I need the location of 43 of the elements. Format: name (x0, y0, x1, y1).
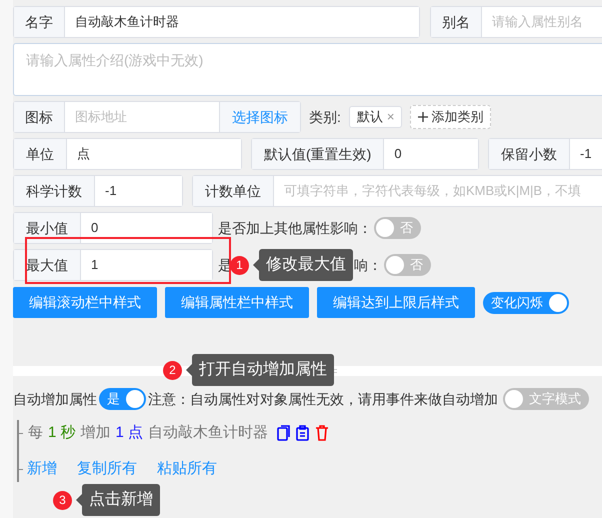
field-label: 科学计数 (14, 176, 95, 206)
add-category-button[interactable]: 添加类别 (410, 105, 492, 129)
step-badge: 1 (230, 256, 249, 274)
input-field[interactable]: 默认值(重置生效) 0 (251, 138, 479, 170)
rule-target: 自动敲木鱼计时器 (148, 422, 268, 443)
affect-label: 是否加上其他属性影响： (218, 218, 372, 238)
plus-icon (418, 112, 428, 122)
tooltip: 点击新增 (82, 484, 160, 516)
input-field[interactable]: 最小值 0 (13, 212, 213, 244)
input-field[interactable]: 最大值 1 (13, 249, 213, 281)
field-label: 计数单位 (193, 176, 274, 206)
field-label: 名字 (14, 7, 65, 37)
field-label: 最大值 (14, 250, 81, 280)
rule-text: 每 (28, 422, 43, 443)
rule-interval: 1 秒 (48, 422, 76, 443)
affect-label: 响： (354, 256, 382, 274)
input-field[interactable]: 保留小数 -1 (488, 138, 602, 170)
rule-text: 增加 (80, 422, 111, 443)
step-badge: 2 (163, 360, 182, 380)
field-label: 别名 (431, 7, 482, 37)
input-field[interactable]: 科学计数 -1 (13, 175, 183, 207)
input-field[interactable]: 别名 请输入属性别名 (430, 6, 602, 38)
input-field[interactable]: 计数单位 可填字符串，字符代表每级，如KMB或K|M|B，不填 (192, 175, 602, 207)
input-field[interactable]: 单位 点 (13, 138, 242, 170)
paste-icon[interactable] (296, 425, 310, 441)
input-field[interactable]: 图标 图标地址 选择图标 (13, 101, 301, 133)
delete-icon[interactable] (315, 425, 330, 441)
step-badge: 3 (53, 490, 72, 510)
field-label: 图标 (14, 102, 65, 132)
category-tag: 默认 × (348, 106, 402, 128)
auto-increase-label: 自动增加属性 (13, 390, 97, 408)
field-label: 最小值 (14, 213, 81, 243)
tooltip: 打开自动增加属性 (192, 354, 334, 386)
category-label: 类别: (309, 108, 341, 126)
description-field[interactable]: 请输入属性介绍(游戏中无效) (13, 43, 602, 96)
rule-amount: 1 点 (116, 422, 144, 443)
field-label: 默认值(重置生效) (252, 139, 384, 169)
copy-icon[interactable] (277, 425, 292, 441)
input-field[interactable]: 名字 自动敲木鱼计时器 (13, 6, 420, 38)
note-text: 注意：自动属性对对象属性无效，请用事件来做自动增加 (148, 390, 498, 408)
field-label: 保留小数 (489, 139, 570, 169)
tooltip: 修改最大值 (259, 249, 353, 281)
field-label: 单位 (14, 139, 67, 169)
